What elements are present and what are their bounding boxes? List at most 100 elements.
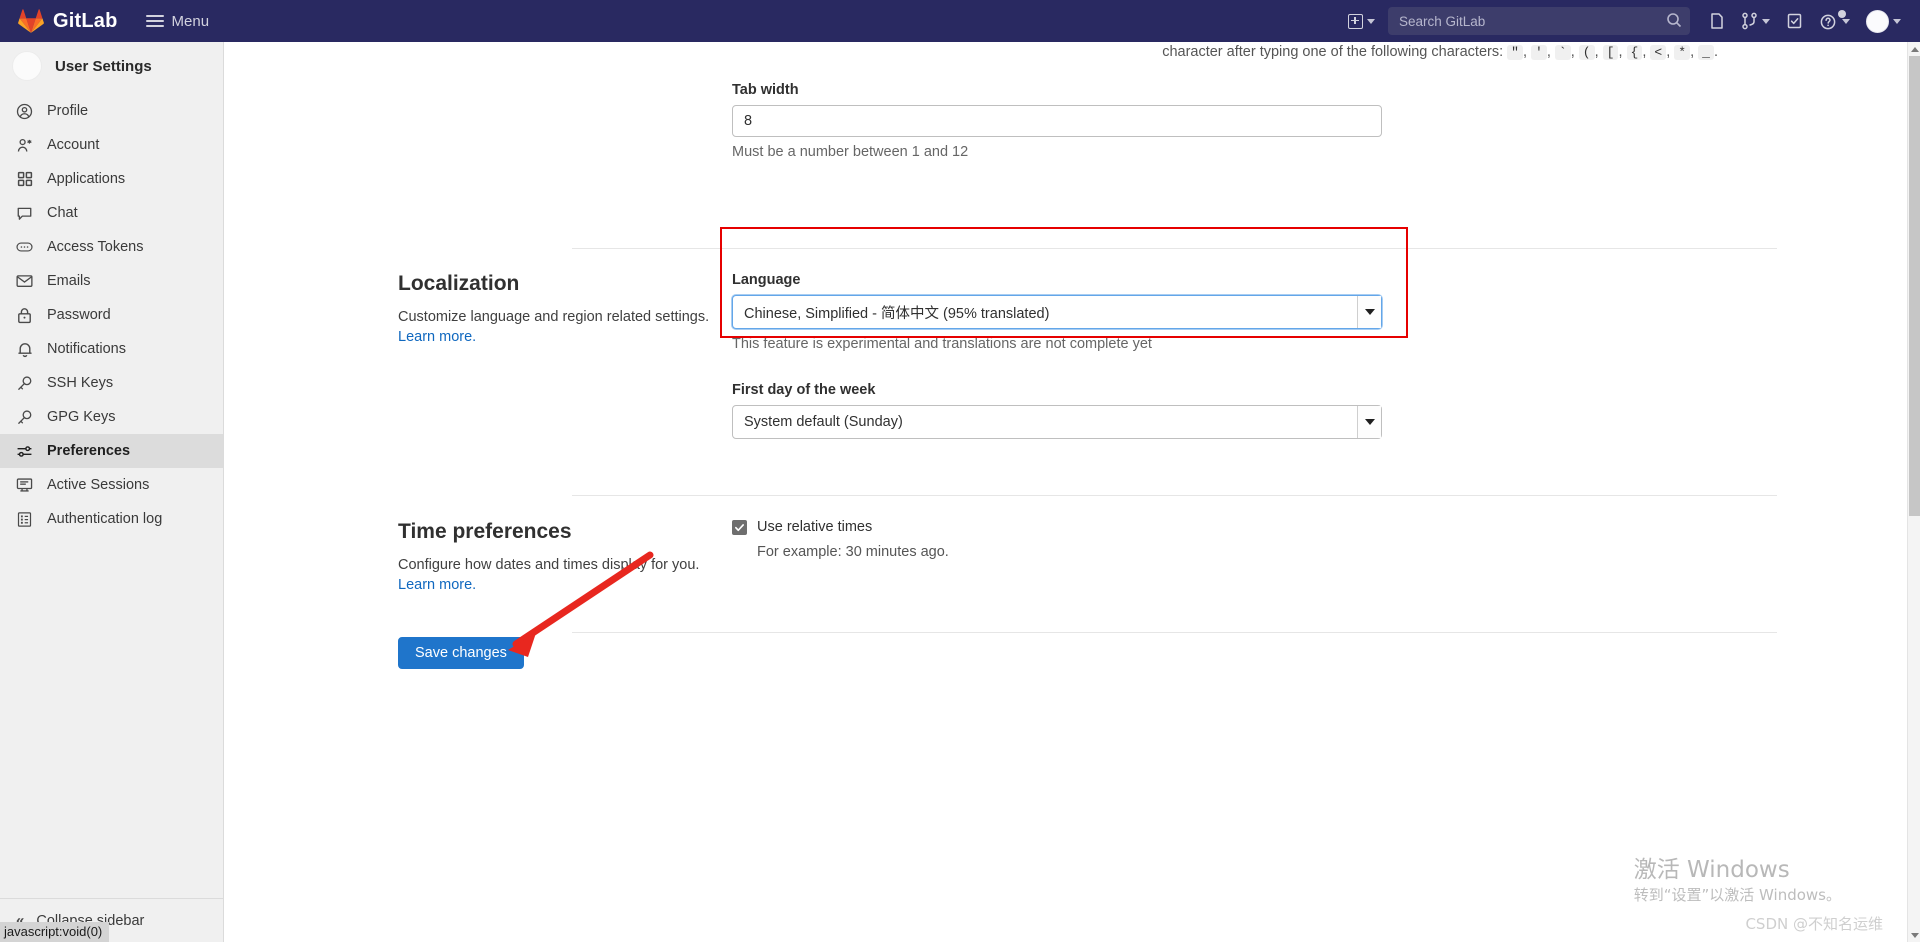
time-preferences-description-column: Time preferences Configure how dates and… bbox=[398, 520, 728, 594]
tab-width-label: Tab width bbox=[732, 82, 799, 98]
monitor-icon bbox=[16, 477, 33, 494]
kbd-key: ` bbox=[1554, 45, 1571, 60]
navbar-right: Search GitLab bbox=[1341, 0, 1920, 42]
sidebar-item-label: Active Sessions bbox=[47, 477, 150, 493]
save-button-row: Save changes bbox=[398, 637, 524, 669]
sidebar-item-authentication-log[interactable]: Authentication log bbox=[0, 502, 223, 536]
first-day-select[interactable]: System default (Sunday) bbox=[732, 405, 1382, 439]
kbd-sep: , bbox=[1690, 44, 1695, 60]
sidebar-item-profile[interactable]: Profile bbox=[0, 94, 223, 128]
log-list-icon bbox=[16, 511, 33, 528]
key-icon bbox=[16, 409, 33, 426]
hamburger-icon bbox=[145, 15, 164, 27]
kbd-key: " bbox=[1507, 45, 1523, 60]
sidebar-item-chat[interactable]: Chat bbox=[0, 196, 223, 230]
localization-description: Customize language and region related se… bbox=[398, 309, 710, 325]
navbar-left: GitLab Menu bbox=[0, 8, 209, 34]
kbd-key: _ bbox=[1698, 45, 1714, 60]
scroll-up-arrow-icon[interactable] bbox=[1908, 42, 1920, 56]
kbd-key: ' bbox=[1531, 45, 1547, 60]
todos-button[interactable] bbox=[1779, 0, 1810, 42]
time-preferences-learn-more-link[interactable]: Learn more. bbox=[398, 577, 476, 593]
sidebar-item-label: Profile bbox=[47, 103, 89, 119]
sidebar-item-emails[interactable]: Emails bbox=[0, 264, 223, 298]
create-new-button[interactable] bbox=[1341, 0, 1382, 42]
chevron-down-icon[interactable] bbox=[1357, 296, 1381, 328]
sidebar-item-notifications[interactable]: Notifications bbox=[0, 332, 223, 366]
sidebar-item-label: Access Tokens bbox=[47, 239, 144, 255]
avatar bbox=[1866, 9, 1889, 33]
chevron-down-icon bbox=[1367, 18, 1375, 24]
kbd-key: [ bbox=[1602, 45, 1619, 60]
bell-icon bbox=[16, 341, 33, 358]
tab-width-input[interactable]: 8 bbox=[732, 105, 1382, 137]
scroll-down-arrow-icon[interactable] bbox=[1908, 928, 1920, 942]
localization-learn-more-link[interactable]: Learn more. bbox=[398, 329, 476, 345]
sidebar-item-preferences[interactable]: Preferences bbox=[0, 434, 223, 468]
language-group: Language Chinese, Simplified - 简体中文 (95%… bbox=[732, 272, 1382, 352]
localization-title: Localization bbox=[398, 272, 520, 295]
sidebar-item-active-sessions[interactable]: Active Sessions bbox=[0, 468, 223, 502]
notification-dot-icon bbox=[1838, 10, 1846, 18]
issues-icon bbox=[1709, 12, 1725, 30]
sidebar-item-ssh-keys[interactable]: SSH Keys bbox=[0, 366, 223, 400]
kbd-sep: , bbox=[1666, 44, 1671, 60]
first-day-label: First day of the week bbox=[732, 382, 876, 398]
gitlab-preferences-page: GitLab Menu Search GitLab User Settings … bbox=[0, 0, 1920, 942]
sidebar-item-password[interactable]: Password bbox=[0, 298, 223, 332]
sidebar-item-label: Preferences bbox=[47, 443, 131, 459]
language-select[interactable]: Chinese, Simplified - 简体中文 (95% translat… bbox=[732, 295, 1382, 329]
sidebar-item-label: Authentication log bbox=[47, 511, 163, 527]
language-selected-value: Chinese, Simplified - 简体中文 (95% translat… bbox=[744, 305, 1050, 322]
sidebar-item-label: Applications bbox=[47, 171, 126, 187]
relative-times-checkbox-row[interactable]: Use relative times bbox=[732, 519, 1382, 535]
gitlab-brand-label[interactable]: GitLab bbox=[53, 10, 118, 33]
user-menu-button[interactable] bbox=[1859, 0, 1908, 42]
language-label: Language bbox=[732, 272, 801, 288]
behavior-tail-row: character after typing one of the follow… bbox=[398, 44, 1718, 60]
behavior-tail-keys: ", ', `, (, [, {, <, *, _. bbox=[1507, 44, 1718, 60]
first-day-group: First day of the week System default (Su… bbox=[732, 382, 1382, 439]
relative-times-label: Use relative times bbox=[757, 519, 873, 535]
question-circle-icon bbox=[1819, 12, 1838, 31]
key-icon bbox=[16, 375, 33, 392]
envelope-icon bbox=[16, 273, 33, 290]
relative-times-example: For example: 30 minutes ago. bbox=[757, 544, 949, 560]
sidebar-item-label: Chat bbox=[47, 205, 78, 221]
sidebar-item-label: Emails bbox=[47, 273, 91, 289]
kbd-sep: , bbox=[1642, 44, 1647, 60]
help-button[interactable] bbox=[1812, 0, 1857, 42]
page-scrollbar[interactable] bbox=[1907, 42, 1920, 942]
plus-square-icon bbox=[1348, 13, 1363, 29]
language-help: This feature is experimental and transla… bbox=[732, 336, 1152, 352]
tab-width-help: Must be a number between 1 and 12 bbox=[732, 144, 969, 160]
sidebar-item-label: Password bbox=[47, 307, 111, 323]
chat-bubble-icon bbox=[16, 205, 33, 222]
behavior-tail-prefix: character after typing one of the follow… bbox=[1162, 44, 1504, 60]
scrollbar-thumb[interactable] bbox=[1909, 56, 1920, 516]
tab-width-value: 8 bbox=[744, 113, 753, 129]
kbd-sep: , bbox=[1522, 44, 1527, 60]
sidebar-item-gpg-keys[interactable]: GPG Keys bbox=[0, 400, 223, 434]
navbar-menu-button[interactable]: Menu bbox=[145, 13, 209, 30]
merge-request-icon bbox=[1741, 12, 1758, 30]
sidebar-item-access-tokens[interactable]: Access Tokens bbox=[0, 230, 223, 264]
issues-button[interactable] bbox=[1702, 0, 1732, 42]
gitlab-logo-icon[interactable] bbox=[18, 8, 44, 34]
checkbox-checked-icon[interactable] bbox=[732, 519, 747, 535]
behavior-tail-text: character after typing one of the follow… bbox=[398, 44, 1718, 60]
sidebar-item-account[interactable]: Account bbox=[0, 128, 223, 162]
merge-requests-button[interactable] bbox=[1734, 0, 1777, 42]
chevron-down-icon[interactable] bbox=[1357, 406, 1381, 438]
applications-grid-icon bbox=[16, 171, 33, 188]
windows-activation-watermark: 激活 Windows 转到“设置”以激活 Windows。 bbox=[1634, 856, 1841, 906]
watermark-subtitle: 转到“设置”以激活 Windows。 bbox=[1633, 886, 1841, 904]
save-changes-button[interactable]: Save changes bbox=[398, 637, 524, 669]
chevron-down-icon bbox=[1842, 18, 1850, 24]
sidebar-item-applications[interactable]: Applications bbox=[0, 162, 223, 196]
top-navbar: GitLab Menu Search GitLab bbox=[0, 0, 1920, 42]
status-bar-url: javascript:void(0) bbox=[0, 922, 110, 942]
kbd-sep: , bbox=[1546, 44, 1551, 60]
csdn-credit: CSDN @不知名运维 bbox=[1745, 915, 1883, 933]
search-input[interactable]: Search GitLab bbox=[1388, 7, 1690, 35]
